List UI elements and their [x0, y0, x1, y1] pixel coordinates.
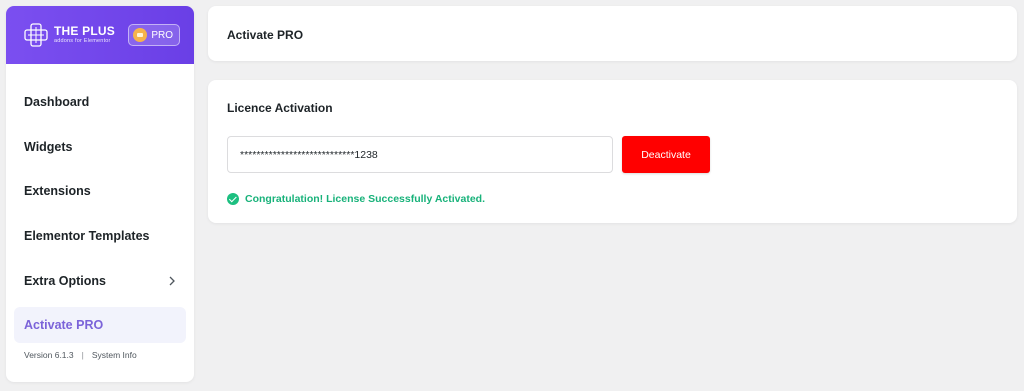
license-section-title: Licence Activation — [227, 101, 333, 115]
sidebar-item-label: Activate PRO — [24, 317, 104, 332]
sidebar-item-dashboard[interactable]: Dashboard — [6, 80, 194, 125]
license-card: Licence Activation Deactivate Congratula… — [208, 80, 1017, 223]
deactivate-button[interactable]: Deactivate — [622, 136, 710, 173]
the-plus-logo-icon — [24, 23, 48, 47]
check-circle-icon — [227, 193, 239, 205]
crown-icon — [133, 28, 148, 42]
pro-badge[interactable]: PRO — [128, 24, 180, 46]
page-title: Activate PRO — [227, 28, 304, 42]
sidebar-item-label: Dashboard — [24, 95, 90, 110]
chevron-right-icon — [168, 273, 176, 289]
sidebar-item-elementor-templates[interactable]: Elementor Templates — [6, 214, 194, 259]
system-info-link[interactable]: System Info — [92, 350, 137, 360]
logo-title: THE PLUS — [54, 24, 115, 39]
logo-subtitle: addons for Elementor — [54, 38, 111, 45]
sidebar-item-extra-options[interactable]: Extra Options — [6, 258, 194, 303]
sidebar-item-label: Elementor Templates — [24, 229, 150, 244]
logo-text: THE PLUS addons for Elementor — [54, 25, 115, 45]
sidebar-item-activate-pro[interactable]: Activate PRO — [14, 306, 186, 343]
license-key-input[interactable] — [227, 136, 613, 173]
sidebar-footer: Version 6.1.3 | System Info — [24, 350, 137, 360]
sidebar-item-label: Widgets — [24, 139, 73, 154]
version-label: Version 6.1.3 — [24, 350, 74, 360]
license-status: Congratulation! License Successfully Act… — [227, 193, 485, 205]
license-status-message: Congratulation! License Successfully Act… — [245, 193, 486, 205]
sidebar-menu: Dashboard Widgets Extensions Elementor T… — [6, 64, 194, 343]
sidebar-item-widgets[interactable]: Widgets — [6, 125, 194, 170]
page-header-card: Activate PRO — [208, 6, 1017, 61]
sidebar: THE PLUS addons for Elementor PRO Dashbo… — [6, 6, 194, 382]
footer-separator: | — [81, 350, 84, 360]
sidebar-item-extensions[interactable]: Extensions — [6, 169, 194, 214]
sidebar-item-label: Extensions — [24, 184, 91, 199]
sidebar-item-label: Extra Options — [24, 273, 106, 288]
sidebar-header: THE PLUS addons for Elementor PRO — [6, 6, 194, 64]
pro-badge-label: PRO — [151, 29, 173, 41]
